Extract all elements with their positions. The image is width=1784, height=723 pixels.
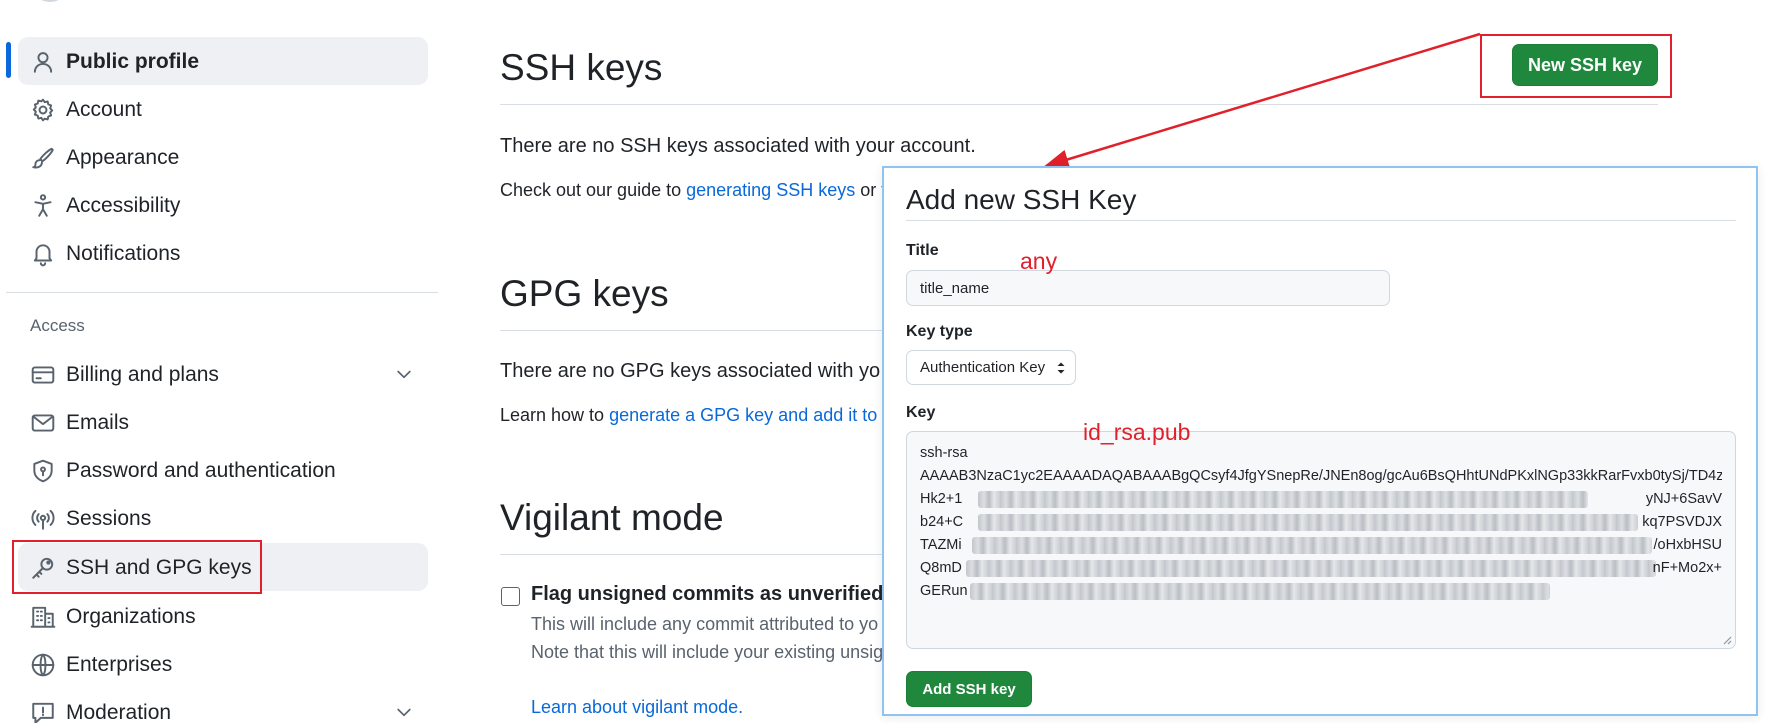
sidebar-item-label: Appearance: [66, 146, 180, 169]
generate-gpg-key-link[interactable]: generate a GPG key and add it to y: [609, 405, 891, 425]
paintbrush-icon: [30, 145, 56, 171]
key-textarea[interactable]: ssh-rsa AAAAB3NzaC1yc2EAAAADAQABAAABgQCs…: [906, 431, 1736, 649]
resize-handle-icon[interactable]: [1722, 635, 1732, 645]
key-type-select[interactable]: Authentication Key: [906, 350, 1076, 385]
vigilant-desc-line1: This will include any commit attributed …: [531, 614, 879, 634]
chevron-down-icon[interactable]: [394, 702, 414, 722]
sidebar-divider: [6, 292, 438, 293]
key-type-value: Authentication Key: [920, 359, 1046, 376]
globe-icon: [30, 652, 56, 678]
shield-lock-icon: [30, 458, 56, 484]
mail-icon: [30, 410, 56, 436]
annotation-highlight-box: [12, 540, 262, 594]
redacted-blur: [978, 491, 1588, 508]
key-line-start: TAZMi: [920, 537, 962, 553]
sidebar-item-billing[interactable]: Billing and plans: [18, 350, 428, 398]
sidebar-item-label: Enterprises: [66, 653, 173, 676]
select-arrows-icon: [1057, 362, 1065, 374]
sidebar-item-account[interactable]: Account: [18, 85, 428, 133]
dialog-title: Add new SSH Key: [906, 184, 1137, 215]
key-line-end: /oHxbHSU: [1653, 537, 1723, 553]
gear-icon: [30, 97, 56, 123]
report-icon: [30, 700, 56, 723]
broadcast-icon: [30, 506, 56, 532]
sidebar-item-label: Billing and plans: [66, 363, 219, 386]
key-line-end: kq7PSVDJX: [1642, 514, 1722, 530]
sidebar-item-appearance[interactable]: Appearance: [18, 133, 428, 181]
sidebar-item-label: Account: [66, 98, 142, 121]
sidebar-item-label: Sessions: [66, 507, 152, 530]
sidebar-item-label: Moderation: [66, 701, 172, 723]
key-line-end: nF+Mo2x+: [1652, 560, 1722, 576]
settings-sidebar: Public profile Account Appearance Access…: [0, 0, 440, 723]
bell-icon: [30, 241, 56, 267]
guide-prefix: Check out our guide to: [500, 180, 687, 200]
vigilant-mode-heading: Vigilant mode: [500, 497, 724, 538]
dialog-divider: [906, 220, 1736, 221]
key-line-redacted: GERun: [920, 580, 1722, 603]
redacted-blur: [970, 583, 1550, 600]
learn-prefix: Learn how to: [500, 405, 610, 425]
annotation-key-note: id_rsa.pub: [1083, 419, 1191, 445]
vigilant-mode-checkbox[interactable]: [501, 587, 520, 606]
vigilant-mode-label: Flag unsigned commits as unverified: [531, 583, 884, 605]
sidebar-item-label: Accessibility: [66, 194, 181, 217]
redacted-blur: [966, 560, 1656, 577]
sidebar-item-public-profile[interactable]: Public profile: [18, 37, 428, 85]
sidebar-item-label: Organizations: [66, 605, 196, 628]
sidebar-item-label: Notifications: [66, 242, 181, 265]
add-ssh-key-dialog: Add new SSH Key Title Key type Authentic…: [882, 166, 1758, 716]
key-line-start: Hk2+1: [920, 491, 963, 507]
vigilant-mode-link[interactable]: Learn about vigilant mode.: [531, 694, 743, 720]
gpg-empty-text: There are no GPG keys associated with yo: [500, 360, 881, 382]
active-indicator: [6, 42, 11, 78]
key-line-start: b24+C: [920, 514, 964, 530]
section-divider: [500, 104, 1658, 105]
ssh-empty-text: There are no SSH keys associated with yo…: [500, 135, 976, 157]
title-input[interactable]: [906, 270, 1390, 306]
key-type-label: Key type: [906, 323, 973, 340]
gpg-keys-heading: GPG keys: [500, 273, 669, 314]
key-line-redacted: b24+C kq7PSVDJX: [920, 511, 1722, 534]
sidebar-item-moderation[interactable]: Moderation: [18, 688, 428, 723]
key-line-start: Q8mD: [920, 560, 962, 576]
key-line-redacted: Q8mD nF+Mo2x+: [920, 557, 1722, 580]
person-icon: [30, 49, 56, 75]
sidebar-section-heading: Access: [30, 316, 85, 335]
credit-card-icon: [30, 362, 56, 388]
key-line: ssh-rsa: [920, 445, 968, 461]
sidebar-item-label: Public profile: [66, 50, 200, 73]
gpg-learn-text: Learn how to generate a GPG key and add …: [500, 402, 891, 428]
ssh-keys-heading: SSH keys: [500, 47, 663, 88]
sidebar-item-sessions[interactable]: Sessions: [18, 494, 428, 542]
annotation-title-note: any: [1020, 248, 1058, 274]
sidebar-item-notifications[interactable]: Notifications: [18, 229, 428, 277]
title-field-label: Title: [906, 242, 939, 259]
add-ssh-key-button[interactable]: Add SSH key: [906, 671, 1032, 707]
avatar: [30, 0, 70, 2]
sidebar-item-accessibility[interactable]: Accessibility: [18, 181, 428, 229]
key-line-redacted: TAZMi /oHxbHSU: [920, 534, 1722, 557]
sidebar-item-password-auth[interactable]: Password and authentication: [18, 446, 428, 494]
key-line-redacted: Hk2+1 yNJ+6SavV: [920, 488, 1722, 511]
ssh-guide-text: Check out our guide to generating SSH ke…: [500, 177, 886, 203]
sidebar-item-organizations[interactable]: Organizations: [18, 592, 428, 640]
sidebar-item-enterprises[interactable]: Enterprises: [18, 640, 428, 688]
key-field-label: Key: [906, 404, 936, 421]
chevron-down-icon[interactable]: [394, 364, 414, 384]
redacted-blur: [972, 537, 1652, 554]
key-line-end: yNJ+6SavV: [1645, 491, 1722, 507]
sidebar-item-label: Password and authentication: [66, 459, 336, 482]
sidebar-item-emails[interactable]: Emails: [18, 398, 428, 446]
generating-ssh-keys-link[interactable]: generating SSH keys: [686, 180, 855, 200]
accessibility-icon: [30, 193, 56, 219]
organization-icon: [30, 604, 56, 630]
vigilant-desc-line2: Note that this will include your existin…: [531, 642, 884, 662]
sidebar-item-label: Emails: [66, 411, 130, 434]
redacted-blur: [978, 514, 1638, 531]
annotation-highlight-box: [1480, 34, 1672, 98]
key-line: AAAAB3NzaC1yc2EAAAADAQABAAABgQCsyf4JfgYS…: [920, 468, 1722, 484]
key-line-start: GERun: [920, 583, 968, 599]
